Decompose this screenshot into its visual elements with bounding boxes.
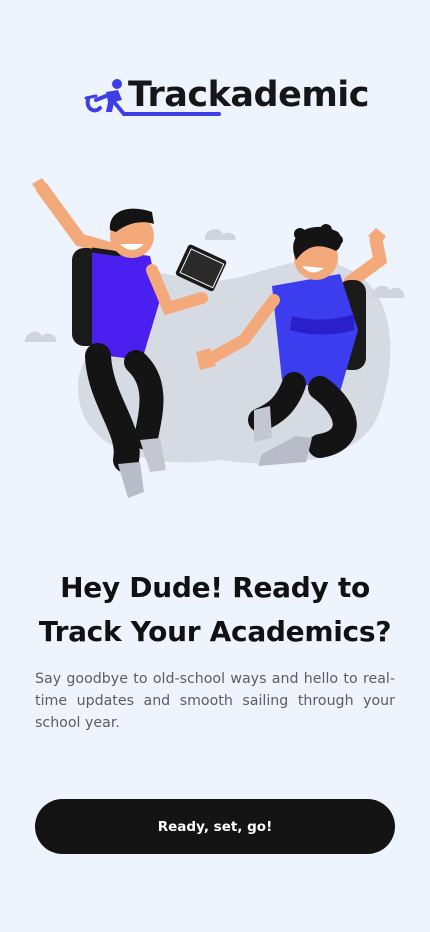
brand-name: Trackademic [128, 75, 370, 115]
welcome-headline: Hey Dude! Ready to Track Your Academics? [38, 571, 392, 648]
brand-logo: Trackademic [84, 74, 370, 120]
welcome-subtext: Say goodbye to old-school ways and hello… [35, 671, 395, 731]
get-started-button[interactable]: Ready, set, go! [35, 799, 395, 854]
two-students-jumping-illustration [25, 178, 405, 498]
brand-underline [122, 112, 221, 116]
